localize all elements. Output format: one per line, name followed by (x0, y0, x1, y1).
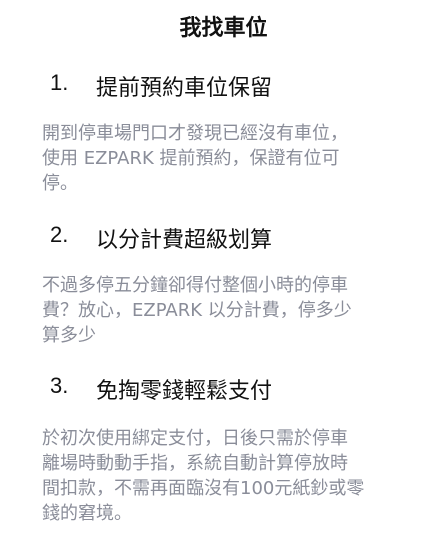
page-title: 我找車位 (179, 16, 268, 41)
body-line: 使用 EZPARK 提前預約，保證有位可 (42, 148, 340, 169)
body-line: 離場時動動手指，系統自動計算停放時 (42, 453, 348, 474)
section-title: 提前預約車位保留 (96, 76, 273, 101)
body-line: 間扣款，不需再面臨沒有100元紙鈔或零 (42, 478, 365, 499)
body-line: 算多少 (42, 325, 96, 346)
body-line: 錢的窘境。 (42, 503, 132, 524)
section-title: 免掏零錢輕鬆支付 (96, 379, 273, 404)
body-line: 開到停車場門口才發現已經沒有車位， (42, 123, 348, 144)
body-line: 於初次使用綁定支付，日後只需於停車 (42, 428, 348, 449)
section-number: 2. (50, 222, 69, 247)
body-line: 停。 (42, 173, 78, 194)
section-number: 1. (50, 70, 69, 95)
section-number: 3. (50, 373, 69, 398)
section-body-2: 不過多停五分鐘卻得付整個小時的停車 費？放心，EZPARK 以分計費，停多少 算… (42, 273, 352, 348)
section-body-3: 於初次使用綁定支付，日後只需於停車 離場時動動手指，系統自動計算停放時 間扣款，… (42, 426, 364, 526)
body-line: 費？放心，EZPARK 以分計費，停多少 (42, 300, 352, 321)
section-body-1: 開到停車場門口才發現已經沒有車位， 使用 EZPARK 提前預約，保證有位可 停… (42, 121, 348, 196)
section-title: 以分計費超級划算 (96, 228, 273, 253)
body-line: 不過多停五分鐘卻得付整個小時的停車 (42, 275, 348, 296)
